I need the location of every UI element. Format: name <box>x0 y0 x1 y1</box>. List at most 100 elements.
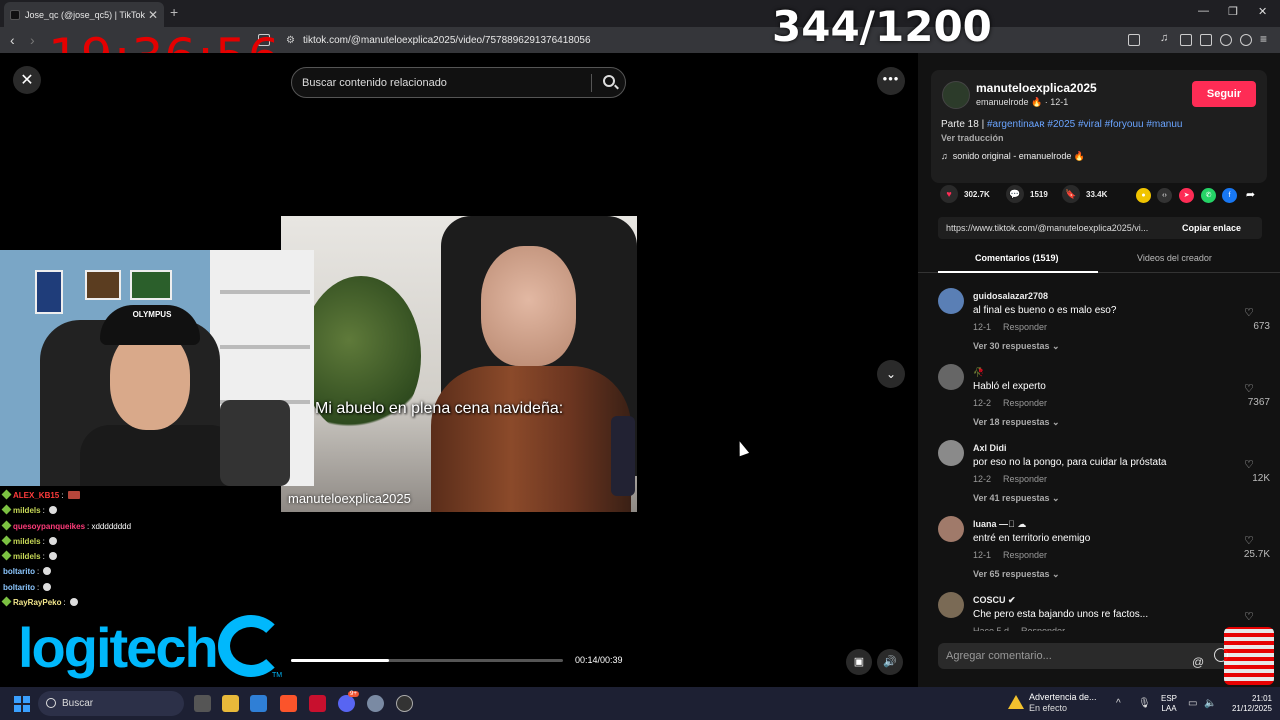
voicemeeter-icon[interactable] <box>309 695 326 712</box>
more-options-button[interactable]: ••• <box>877 67 905 95</box>
sidebar-icon[interactable] <box>1180 34 1192 46</box>
commenter-avatar[interactable] <box>938 364 964 390</box>
facebook-icon[interactable]: f <box>1222 188 1237 203</box>
reply-button[interactable]: Responder <box>1003 474 1047 484</box>
app-icon[interactable] <box>396 695 413 712</box>
music-icon[interactable]: ♫ <box>1160 32 1168 44</box>
video-player[interactable]: Mi abuelo en plena cena navideña: manute… <box>281 216 637 512</box>
forward-icon[interactable]: › <box>30 32 35 48</box>
reply-button[interactable]: Responder <box>1021 626 1065 631</box>
chat-emote-icon <box>49 506 58 515</box>
speaker-icon[interactable]: 🔈 <box>1204 698 1216 709</box>
comment-text: entré en territorio enemigo <box>973 533 1091 544</box>
comment-meta: Hace 5 d Responder <box>973 626 1065 631</box>
comment-input[interactable]: Agregar comentario... @ <box>938 643 1240 669</box>
comment-like-icon[interactable]: ♡ <box>1244 458 1254 471</box>
commenter-avatar[interactable] <box>938 516 964 542</box>
view-replies-button[interactable]: Ver 18 respuestas ⌄ <box>973 417 1060 428</box>
network-icon[interactable]: ▭ <box>1188 698 1197 709</box>
close-video-button[interactable]: ✕ <box>13 66 41 94</box>
video-progress-bar[interactable] <box>291 659 563 662</box>
view-replies-button[interactable]: Ver 65 respuestas ⌄ <box>973 569 1060 580</box>
comment-like-count: 12K <box>1252 473 1270 484</box>
comment-like-icon[interactable]: ♡ <box>1244 610 1254 623</box>
video-man-body <box>431 366 631 512</box>
embed-icon[interactable]: ‹› <box>1157 188 1172 203</box>
like-button[interactable]: ♥ 302.7K <box>940 185 990 203</box>
mention-icon[interactable]: @ <box>1192 649 1204 675</box>
minimize-button[interactable]: — <box>1198 5 1209 17</box>
reply-button[interactable]: Responder <box>1003 322 1047 332</box>
discord-icon[interactable] <box>338 695 355 712</box>
browser-tab[interactable]: Jose_qc (@jose_qc5) | TikTok ✕ <box>4 2 164 27</box>
commenter-avatar[interactable] <box>938 592 964 618</box>
comment-like-icon[interactable]: ♡ <box>1244 306 1254 319</box>
volume-icon[interactable]: 🔊 <box>877 649 903 675</box>
tab-creator-videos[interactable]: Videos del creador <box>1137 253 1212 263</box>
chat-text: xdddddddd <box>91 521 132 531</box>
vpn-shield-icon[interactable] <box>1240 34 1252 46</box>
taskbar-clock[interactable]: 21:01 21/12/2025 <box>1224 694 1272 714</box>
search-placeholder: Buscar contenido relacionado <box>302 76 447 89</box>
screenshot-icon[interactable] <box>1128 34 1140 46</box>
tab-close-icon[interactable]: ✕ <box>148 8 158 22</box>
commenter-avatar[interactable] <box>938 288 964 314</box>
video-link[interactable]: https://www.tiktok.com/@manuteloexplica2… <box>946 223 1176 233</box>
save-button[interactable]: 🔖 33.4K <box>1062 185 1107 203</box>
settings-icon[interactable] <box>367 695 384 712</box>
commenter-username[interactable]: Axl Didi <box>973 443 1007 453</box>
comment-like-icon[interactable]: ♡ <box>1244 382 1254 395</box>
maximize-button[interactable]: ❐ <box>1228 5 1238 18</box>
related-search-input[interactable]: Buscar contenido relacionado <box>291 67 626 98</box>
follow-button[interactable]: Seguir <box>1192 81 1256 107</box>
microphone-icon[interactable]: 🎙 <box>1138 698 1151 709</box>
chat-username: boltarito <box>3 582 35 592</box>
chat-separator: : <box>61 491 66 500</box>
creator-avatar[interactable] <box>942 81 970 109</box>
next-video-button[interactable]: ⌄ <box>877 360 905 388</box>
chat-message: quesoypanqueikes: xdddddddd <box>0 519 280 534</box>
tray-chevron-icon[interactable]: ^ <box>1116 698 1121 709</box>
commenter-username[interactable]: 🥀 <box>973 367 984 378</box>
view-replies-button[interactable]: Ver 41 respuestas ⌄ <box>973 493 1060 504</box>
comment-like-icon[interactable]: ♡ <box>1244 534 1254 547</box>
taskbar-search[interactable]: Buscar <box>38 691 184 716</box>
commenter-avatar[interactable] <box>938 440 964 466</box>
taskbar-time: 21:01 <box>1251 694 1272 703</box>
commenter-username[interactable]: COSCU ✔ <box>973 595 1016 606</box>
search-icon[interactable] <box>603 75 615 87</box>
sound-link[interactable]: ♫ sonido original - emanuelrode 🔥 <box>941 151 1085 162</box>
whatsapp-icon[interactable]: ✆ <box>1201 188 1216 203</box>
brave-browser-icon[interactable] <box>280 695 297 712</box>
store-icon[interactable] <box>250 695 267 712</box>
share-icon[interactable]: ➦ <box>1243 188 1258 203</box>
windows-start-icon[interactable] <box>14 696 30 712</box>
wallet-icon[interactable] <box>1200 34 1212 46</box>
task-view-icon[interactable] <box>194 695 211 712</box>
ai-icon[interactable] <box>1220 34 1232 46</box>
menu-icon[interactable]: ≡ <box>1260 32 1267 46</box>
view-replies-button[interactable]: Ver 30 respuestas ⌄ <box>973 341 1060 352</box>
creator-username[interactable]: manuteloexplica2025 <box>976 81 1097 95</box>
translate-link[interactable]: Ver traducción <box>941 133 1004 143</box>
description-hashtags[interactable]: #argentinaᴀʀ #2025 #viral #foryouu #manu… <box>987 119 1183 130</box>
file-explorer-icon[interactable] <box>222 695 239 712</box>
pip-icon[interactable]: ▣ <box>846 649 872 675</box>
site-info-icon[interactable]: ⚙ <box>286 35 295 46</box>
chat-separator: : <box>63 598 68 608</box>
reply-button[interactable]: Responder <box>1003 550 1047 560</box>
reply-button[interactable]: Responder <box>1003 398 1047 408</box>
language-indicator[interactable]: ESP LAA <box>1161 694 1177 714</box>
chat-badge-icon <box>1 504 12 515</box>
coin-icon[interactable]: ● <box>1136 188 1151 203</box>
new-tab-button[interactable]: + <box>170 4 178 20</box>
tab-comments[interactable]: Comentarios (1519) <box>975 253 1059 263</box>
comment-button[interactable]: 💬 1519 <box>1006 185 1048 203</box>
copy-link-button[interactable]: Copiar enlace <box>1182 223 1241 233</box>
security-warning[interactable]: Advertencia de... En efecto <box>1008 692 1097 714</box>
back-icon[interactable]: ‹ <box>10 32 15 48</box>
commenter-username[interactable]: luana —🏻 ☁ <box>973 519 1026 530</box>
commenter-username[interactable]: guidosalazar2708 <box>973 291 1048 301</box>
send-icon[interactable]: ➤ <box>1179 188 1194 203</box>
close-window-button[interactable]: ✕ <box>1258 5 1267 18</box>
